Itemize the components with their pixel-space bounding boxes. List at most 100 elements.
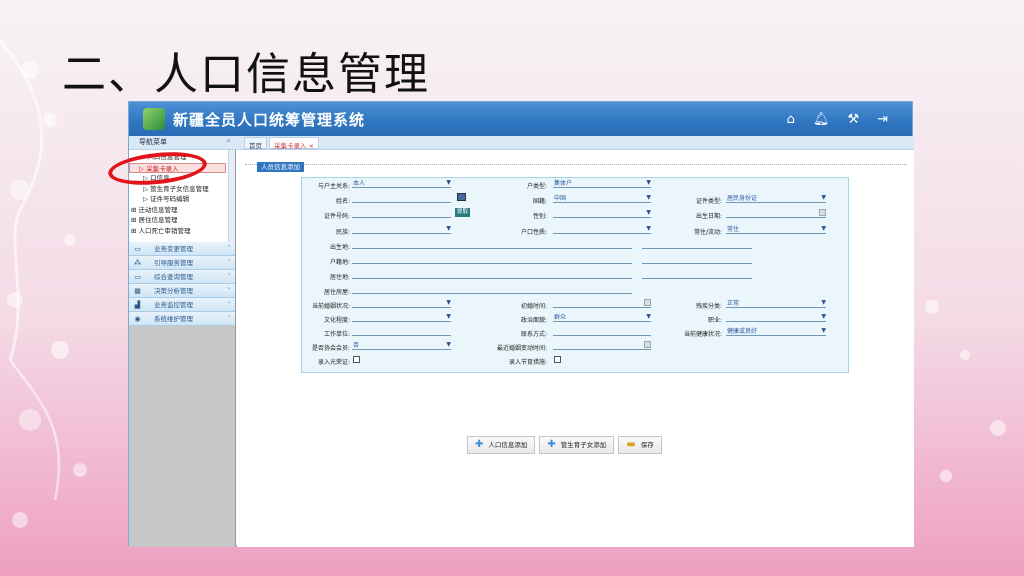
resident-label: 常住/流动: — [693, 229, 722, 236]
tab-card-entry[interactable]: 采集卡录入 × — [269, 137, 320, 150]
residence-detail-input[interactable] — [642, 271, 752, 279]
chevron-down-icon: ˅ — [227, 287, 232, 295]
blossom-petal — [925, 300, 939, 314]
contact-input[interactable] — [553, 328, 651, 336]
first-marriage-input[interactable] — [553, 299, 651, 308]
action-bar: ✚ 人口信息添加 ✚ 管生育子女添加 ▬ 保存 — [467, 436, 662, 454]
menu-system[interactable]: ◉ 系统维护管理 ˅ — [129, 312, 235, 326]
menu-guide-service[interactable]: ⁂ 引导服务管理 ˅ — [129, 256, 235, 270]
add-child-button[interactable]: ✚ 管生育子女添加 — [539, 436, 615, 454]
cert-type-select[interactable]: 居民身份证 ▼ — [726, 194, 826, 203]
nation-select[interactable]: 中国 ▼ — [553, 194, 651, 203]
association-select[interactable]: 否 ▼ — [352, 341, 451, 350]
workplace-label: 工作单位: — [323, 331, 350, 338]
menu-label: 引导服务管理 — [154, 259, 193, 267]
menu-business-change[interactable]: ▭ 业务变更管理 ˅ — [129, 242, 235, 256]
section-title: 人员信息添加 — [257, 162, 304, 172]
gender-select[interactable]: ▼ — [553, 209, 651, 218]
resident-value: 常住 — [727, 226, 740, 233]
hukou-type-label: 户类型: — [526, 183, 547, 190]
residence-house-input[interactable] — [352, 286, 632, 294]
registered-detail-input[interactable] — [642, 256, 752, 264]
menu-decision[interactable]: ▦ 决策分析管理 ˅ — [129, 284, 235, 298]
birthplace-detail-input[interactable] — [642, 241, 752, 249]
lookup-button[interactable] — [457, 193, 466, 201]
blossom-petal — [960, 350, 970, 360]
extract-button[interactable]: 提取 — [455, 208, 470, 217]
monitor-icon: ▭ — [134, 245, 141, 253]
tree-item-residence[interactable]: ⊞ 居住信息管理 — [129, 215, 235, 226]
hukou-type-select[interactable]: 集体户 ▼ — [553, 179, 651, 188]
chevron-down-icon: ˅ — [227, 301, 232, 309]
workplace-input[interactable] — [352, 328, 451, 336]
relation-select[interactable]: 本人 ▼ — [352, 179, 451, 188]
political-select[interactable]: 群众 ▼ — [553, 313, 651, 322]
health-value: 健康或良好 — [727, 328, 758, 335]
chevron-down-icon: ˅ — [227, 245, 232, 253]
political-label: 政治面貌: — [520, 317, 547, 324]
name-input[interactable] — [352, 195, 451, 203]
hukou-nature-select[interactable]: ▼ — [553, 225, 651, 234]
resident-select[interactable]: 常住 ▼ — [726, 225, 826, 234]
birthdate-input[interactable] — [726, 209, 826, 218]
political-value: 群众 — [554, 314, 567, 321]
calendar-icon[interactable] — [644, 299, 651, 306]
relation-label: 与户主关系: — [317, 183, 350, 190]
logout-icon[interactable]: ⇥ — [877, 112, 888, 127]
home-icon[interactable]: ⌂ — [787, 112, 795, 127]
marriage-select[interactable]: ▼ — [352, 299, 451, 308]
cert-no-input[interactable] — [352, 210, 451, 218]
disability-value: 正常 — [727, 300, 740, 307]
slide-title: 二、人口信息管理 — [62, 49, 430, 100]
gender-label: 性别: — [532, 213, 547, 220]
save-button[interactable]: ▬ 保存 — [618, 436, 662, 454]
section-divider — [245, 164, 907, 165]
occupation-label: 职业: — [707, 317, 722, 324]
menu-query[interactable]: ▭ 综合查询管理 ˅ — [129, 270, 235, 284]
contact-label: 联系方式: — [520, 331, 547, 338]
cert-no-label: 证件号码: — [323, 213, 350, 220]
residence-input[interactable] — [352, 271, 632, 279]
tree-scrollbar[interactable] — [228, 150, 235, 242]
blossom-petal — [990, 420, 1006, 436]
network-icon: ⁂ — [134, 259, 141, 267]
ethnic-select[interactable]: ▼ — [352, 225, 451, 234]
app-logo — [143, 108, 165, 130]
health-select[interactable]: 健康或良好 ▼ — [726, 327, 826, 336]
chevron-down-icon: ▼ — [821, 299, 826, 306]
chevron-down-icon: ˅ — [227, 259, 232, 267]
wrench-icon[interactable]: ⚒ — [847, 112, 859, 127]
bell-icon[interactable]: 🔔︎ — [813, 112, 830, 127]
recent-marriage-label: 最近婚姻变动时间: — [496, 345, 547, 352]
collapse-nav-icon[interactable]: « — [226, 136, 231, 145]
birthplace-label: 出生地: — [329, 244, 350, 251]
chevron-down-icon: ▼ — [646, 194, 651, 201]
save-label: 保存 — [640, 441, 654, 449]
folder-icon: ▬ — [626, 439, 636, 450]
calendar-icon[interactable] — [644, 341, 651, 348]
settings-icon: ◉ — [134, 315, 141, 323]
disability-select[interactable]: 正常 ▼ — [726, 299, 826, 308]
registered-input[interactable] — [352, 256, 632, 264]
education-select[interactable]: ▼ — [352, 313, 451, 322]
calendar-icon[interactable] — [819, 209, 826, 216]
occupation-select[interactable]: ▼ — [726, 313, 826, 322]
add-person-button[interactable]: ✚ 人口信息添加 — [467, 436, 536, 454]
first-marriage-label: 初婚时间: — [520, 303, 547, 310]
tree-item-migration[interactable]: ⊞ 迁动信息管理 — [129, 205, 235, 216]
tab-home[interactable]: 首页 — [244, 137, 267, 150]
bar-chart-icon: ▟ — [134, 301, 141, 309]
chevron-down-icon: ▼ — [646, 209, 651, 216]
birth-control-checkbox[interactable] — [554, 356, 561, 363]
tree-item-cert-edit[interactable]: ▷ 证件号码编辑 — [129, 194, 235, 205]
glory-checkbox[interactable] — [353, 356, 360, 363]
birthplace-input[interactable] — [352, 241, 632, 249]
menu-monitor[interactable]: ▟ 业务监控管理 ˅ — [129, 298, 235, 312]
marriage-label: 当前婚姻状况: — [311, 303, 350, 310]
app-header: 新疆全员人口统筹管理系统 ⌂ 🔔︎ ⚒ ⇥ — [129, 102, 912, 136]
recent-marriage-input[interactable] — [553, 341, 651, 350]
association-label: 是否协会会员: — [311, 345, 350, 352]
tree-item-children[interactable]: ▷ 管生育子女信息管理 — [129, 184, 235, 195]
tree-item-death[interactable]: ⊞ 人口死亡审销管理 — [129, 226, 235, 237]
sidebar: - 人口信息管理 ▷ 采集卡录入 ▷ 口信息 ▷ 管生育子女信息管理 ▷ 证件号… — [129, 150, 236, 547]
